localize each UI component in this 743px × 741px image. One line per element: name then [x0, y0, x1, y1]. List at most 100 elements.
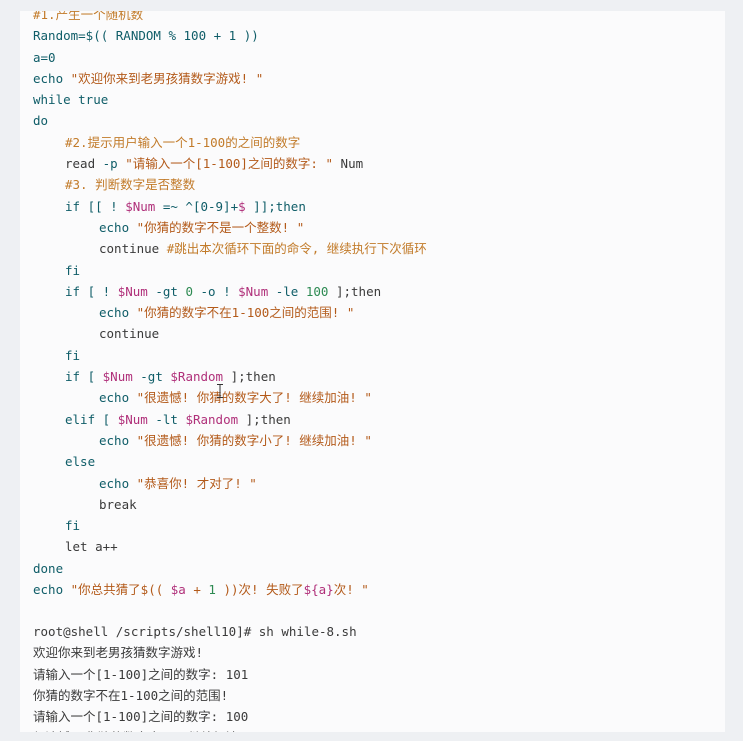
- code-token: ]];then: [245, 198, 306, 214]
- code-token: "你总共猜了$((: [70, 582, 171, 598]
- code-token: #1.产生一个随机数: [33, 11, 144, 22]
- code-line: fi: [33, 515, 427, 536]
- code-token: if [: [65, 369, 103, 385]
- code-token: 0: [185, 283, 193, 299]
- code-token: "很遗憾! 你猜的数字大了! 继续加油! ": [136, 390, 372, 406]
- code-token: -p: [102, 156, 126, 172]
- code-token: else: [65, 454, 96, 470]
- code-line: fi: [33, 260, 427, 281]
- code-token: echo: [99, 432, 137, 448]
- code-token: Random=$(( RANDOM % 100 + 1 )): [33, 28, 259, 44]
- code-token: "你猜的数字不是一个整数! ": [136, 219, 305, 235]
- code-token: read: [65, 156, 103, 172]
- code-token: 次! ": [333, 582, 369, 598]
- code-line: echo "你猜的数字不是一个整数! ": [33, 217, 427, 238]
- code-token: -lt: [147, 411, 186, 427]
- terminal-output-line: 你猜的数字不在1-100之间的范围!: [33, 687, 229, 703]
- code-token: fi: [65, 518, 81, 534]
- code-line: a=0: [33, 47, 427, 68]
- code-token: ))次! 失败了: [215, 582, 304, 598]
- code-line: do: [33, 110, 427, 131]
- code-token: $Num: [125, 198, 156, 214]
- code-token: ];then: [223, 369, 276, 385]
- code-token: ];then: [238, 411, 291, 427]
- code-line: Random=$(( RANDOM % 100 + 1 )): [33, 25, 427, 46]
- code-token: continue: [99, 241, 167, 257]
- code-token: $: [238, 198, 246, 214]
- terminal-output-block[interactable]: root@shell /scripts/shell10]# sh while-8…: [33, 621, 357, 732]
- code-token: -gt: [147, 283, 186, 299]
- code-token: -gt: [132, 369, 171, 385]
- code-token: echo: [33, 582, 71, 598]
- code-token: "欢迎你来到老男孩猜数字游戏! ": [70, 70, 264, 86]
- code-token: -o !: [192, 283, 239, 299]
- code-token: echo: [99, 305, 137, 321]
- code-token: $Num: [238, 283, 269, 299]
- code-token: ];then: [328, 283, 382, 299]
- code-token: $Random: [170, 369, 224, 385]
- code-token: if [ !: [65, 283, 118, 299]
- code-line: echo "很遗憾! 你猜的数字小了! 继续加油! ": [33, 430, 427, 451]
- text-cursor-icon: [217, 384, 223, 398]
- code-token: echo: [99, 475, 137, 491]
- code-line: while true: [33, 89, 427, 110]
- code-token: echo: [99, 219, 137, 235]
- code-token: fi: [65, 262, 81, 278]
- code-token: if [[ !: [65, 198, 126, 214]
- code-line: fi: [33, 345, 427, 366]
- code-line: echo "你猜的数字不在1-100之间的范围! ": [33, 302, 427, 323]
- code-line: break: [33, 494, 427, 515]
- code-token: continue: [99, 326, 160, 342]
- code-line: continue: [33, 323, 427, 344]
- window-bottom-edge: [0, 732, 743, 741]
- code-token: do: [33, 113, 49, 129]
- code-token: done: [33, 560, 64, 576]
- code-token: $Num: [117, 283, 148, 299]
- code-token: $a: [170, 582, 186, 598]
- script-code-block[interactable]: #1.产生一个随机数 Random=$(( RANDOM % 100 + 1 ))…: [33, 11, 427, 600]
- code-token: $Random: [185, 411, 239, 427]
- code-line: echo "你总共猜了$(( $a + 1 ))次! 失败了${a}次! ": [33, 579, 427, 600]
- code-line: if [ ! $Num -gt 0 -o ! $Num -le 100 ];th…: [33, 281, 427, 302]
- code-token: echo: [33, 70, 71, 86]
- code-line: done: [33, 558, 427, 579]
- code-line: #2.提示用户输入一个1-100的之间的数字: [33, 132, 427, 153]
- code-token: elif [: [65, 411, 118, 427]
- code-line: echo "欢迎你来到老男孩猜数字游戏! ": [33, 68, 427, 89]
- terminal-output-line: 很遗憾! 你猜的数字大了! 继续加油!: [33, 727, 357, 732]
- code-line: #3. 判断数字是否整数: [33, 174, 427, 195]
- code-token: 100: [305, 283, 329, 299]
- code-line: read -p "请输入一个[1-100]之间的数字: " Num: [33, 153, 427, 174]
- code-token: +: [185, 582, 209, 598]
- code-line: if [ $Num -gt $Random ];then: [33, 366, 427, 387]
- code-token: 1: [208, 582, 216, 598]
- code-line: echo "恭喜你! 才对了! ": [33, 473, 427, 494]
- window-right-edge: [725, 0, 743, 741]
- code-viewer-panel[interactable]: #1.产生一个随机数 Random=$(( RANDOM % 100 + 1 ))…: [20, 11, 725, 732]
- code-token: #2.提示用户输入一个1-100的之间的数字: [65, 134, 301, 150]
- code-token: #3. 判断数字是否整数: [65, 177, 196, 193]
- terminal-output-line: 欢迎你来到老男孩猜数字游戏!: [33, 645, 204, 661]
- terminal-prompt-line: root@shell /scripts/shell10]# sh while-8…: [33, 624, 357, 639]
- code-token: #跳出本次循环下面的命令, 继续执行下次循环: [166, 241, 427, 257]
- code-token: "请输入一个[1-100]之间的数字: ": [125, 156, 334, 172]
- code-line: continue #跳出本次循环下面的命令, 继续执行下次循环: [33, 238, 427, 259]
- code-line: let a++: [33, 536, 427, 557]
- terminal-output-line: 请输入一个[1-100]之间的数字: 100: [33, 709, 249, 725]
- code-token: =~ ^[0-9]+: [155, 198, 239, 214]
- code-token: ${a}: [303, 582, 334, 598]
- code-token: break: [99, 496, 137, 512]
- terminal-output-line: 请输入一个[1-100]之间的数字: 101: [33, 666, 249, 682]
- code-token: let a++: [65, 539, 118, 555]
- code-token: a=0: [33, 49, 56, 65]
- code-line: else: [33, 451, 427, 472]
- code-token: "恭喜你! 才对了! ": [136, 475, 257, 491]
- code-token: echo: [99, 390, 137, 406]
- code-token: $Num: [102, 369, 133, 385]
- code-token: fi: [65, 347, 81, 363]
- code-token: $Num: [117, 411, 148, 427]
- code-token: "你猜的数字不在1-100之间的范围! ": [136, 305, 355, 321]
- window-left-edge: [0, 0, 20, 741]
- code-token: while true: [33, 92, 109, 108]
- code-line: #1.产生一个随机数: [33, 11, 427, 25]
